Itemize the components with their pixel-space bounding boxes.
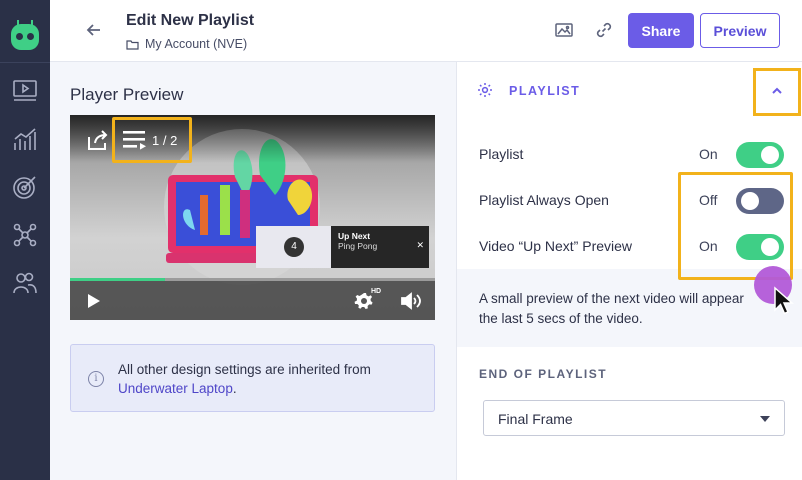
playlist-toggle-row: Playlist On xyxy=(479,139,789,169)
breadcrumb[interactable]: My Account (NVE) xyxy=(126,37,247,51)
player-control-bar xyxy=(70,278,435,320)
up-next-card[interactable]: 4 Up Next Ping Pong ✕ xyxy=(256,226,429,268)
end-of-playlist-select[interactable]: Final Frame xyxy=(483,400,785,436)
video-player[interactable]: 1 / 2 4 Up Next Ping Pong ✕ HD xyxy=(70,115,435,320)
playlist-toggle[interactable] xyxy=(736,142,784,168)
cursor-icon xyxy=(774,286,794,315)
up-next-preview-label: Video “Up Next” Preview xyxy=(479,238,633,254)
preview-button[interactable]: Preview xyxy=(700,13,780,48)
playlist-count: 1 / 2 xyxy=(152,133,178,148)
hd-badge: HD xyxy=(371,288,382,295)
up-next-preview-toggle[interactable] xyxy=(736,234,784,260)
folder-icon xyxy=(126,39,139,50)
section-title: PLAYLIST xyxy=(509,84,581,98)
always-open-label: Playlist Always Open xyxy=(479,192,609,208)
up-next-toggle-row: Video “Up Next” Preview On xyxy=(479,231,789,261)
share-button[interactable]: Share xyxy=(628,13,694,48)
collapse-button[interactable] xyxy=(753,68,801,116)
gear-icon xyxy=(478,83,492,97)
end-of-playlist-title: END OF PLAYLIST xyxy=(479,367,608,381)
video-icon[interactable] xyxy=(12,78,38,104)
close-icon[interactable]: ✕ xyxy=(416,240,424,251)
playlist-icon[interactable] xyxy=(122,129,148,151)
description-line-2: the last 5 secs of the video. xyxy=(479,311,643,326)
left-rail xyxy=(0,0,50,480)
info-suffix: . xyxy=(232,381,237,396)
volume-icon[interactable] xyxy=(400,292,424,310)
share-icon[interactable] xyxy=(86,128,110,152)
playlist-state: On xyxy=(699,146,718,162)
progress-fill xyxy=(70,278,165,281)
back-arrow-icon[interactable] xyxy=(84,20,104,40)
chevron-up-icon xyxy=(772,87,782,94)
link-icon[interactable] xyxy=(594,20,614,40)
info-icon: i xyxy=(88,371,104,387)
page-title: Edit New Playlist xyxy=(126,12,255,29)
image-icon[interactable] xyxy=(554,20,574,40)
info-message: All other design settings are inherited … xyxy=(118,362,371,377)
rail-divider xyxy=(0,62,50,63)
description-line-1: A small preview of the next video will a… xyxy=(479,291,744,306)
always-open-state: Off xyxy=(699,192,718,208)
users-icon[interactable] xyxy=(12,270,38,296)
logo-icon[interactable] xyxy=(11,24,39,50)
target-icon[interactable] xyxy=(12,174,38,200)
description-text: A small preview of the next video will a… xyxy=(479,289,799,329)
player-preview-title: Player Preview xyxy=(70,85,184,104)
chevron-down-icon xyxy=(760,416,770,422)
always-open-toggle[interactable] xyxy=(736,188,784,214)
settings-panel: PLAYLIST Playlist On Playlist Always Ope… xyxy=(456,62,802,480)
top-header: Edit New Playlist My Account (NVE) Share… xyxy=(50,0,802,62)
breadcrumb-label: My Account (NVE) xyxy=(145,37,248,51)
up-next-description: A small preview of the next video will a… xyxy=(457,269,802,347)
playlist-section-header[interactable]: PLAYLIST xyxy=(457,62,802,120)
analytics-icon[interactable] xyxy=(12,126,38,152)
always-open-toggle-row: Playlist Always Open Off xyxy=(479,185,789,215)
info-text: All other design settings are inherited … xyxy=(118,360,418,398)
inherit-info-box: i All other design settings are inherite… xyxy=(70,344,435,412)
network-icon[interactable] xyxy=(12,222,38,248)
up-next-preview-state: On xyxy=(699,238,718,254)
up-next-number: 4 xyxy=(284,237,304,257)
end-of-playlist-value: Final Frame xyxy=(498,411,573,427)
inherited-template-link[interactable]: Underwater Laptop xyxy=(118,381,233,396)
up-next-label: Up Next xyxy=(338,231,371,241)
play-icon[interactable] xyxy=(87,293,101,309)
progress-bar[interactable] xyxy=(70,278,435,281)
playlist-label: Playlist xyxy=(479,146,524,162)
up-next-title: Ping Pong xyxy=(338,241,378,251)
